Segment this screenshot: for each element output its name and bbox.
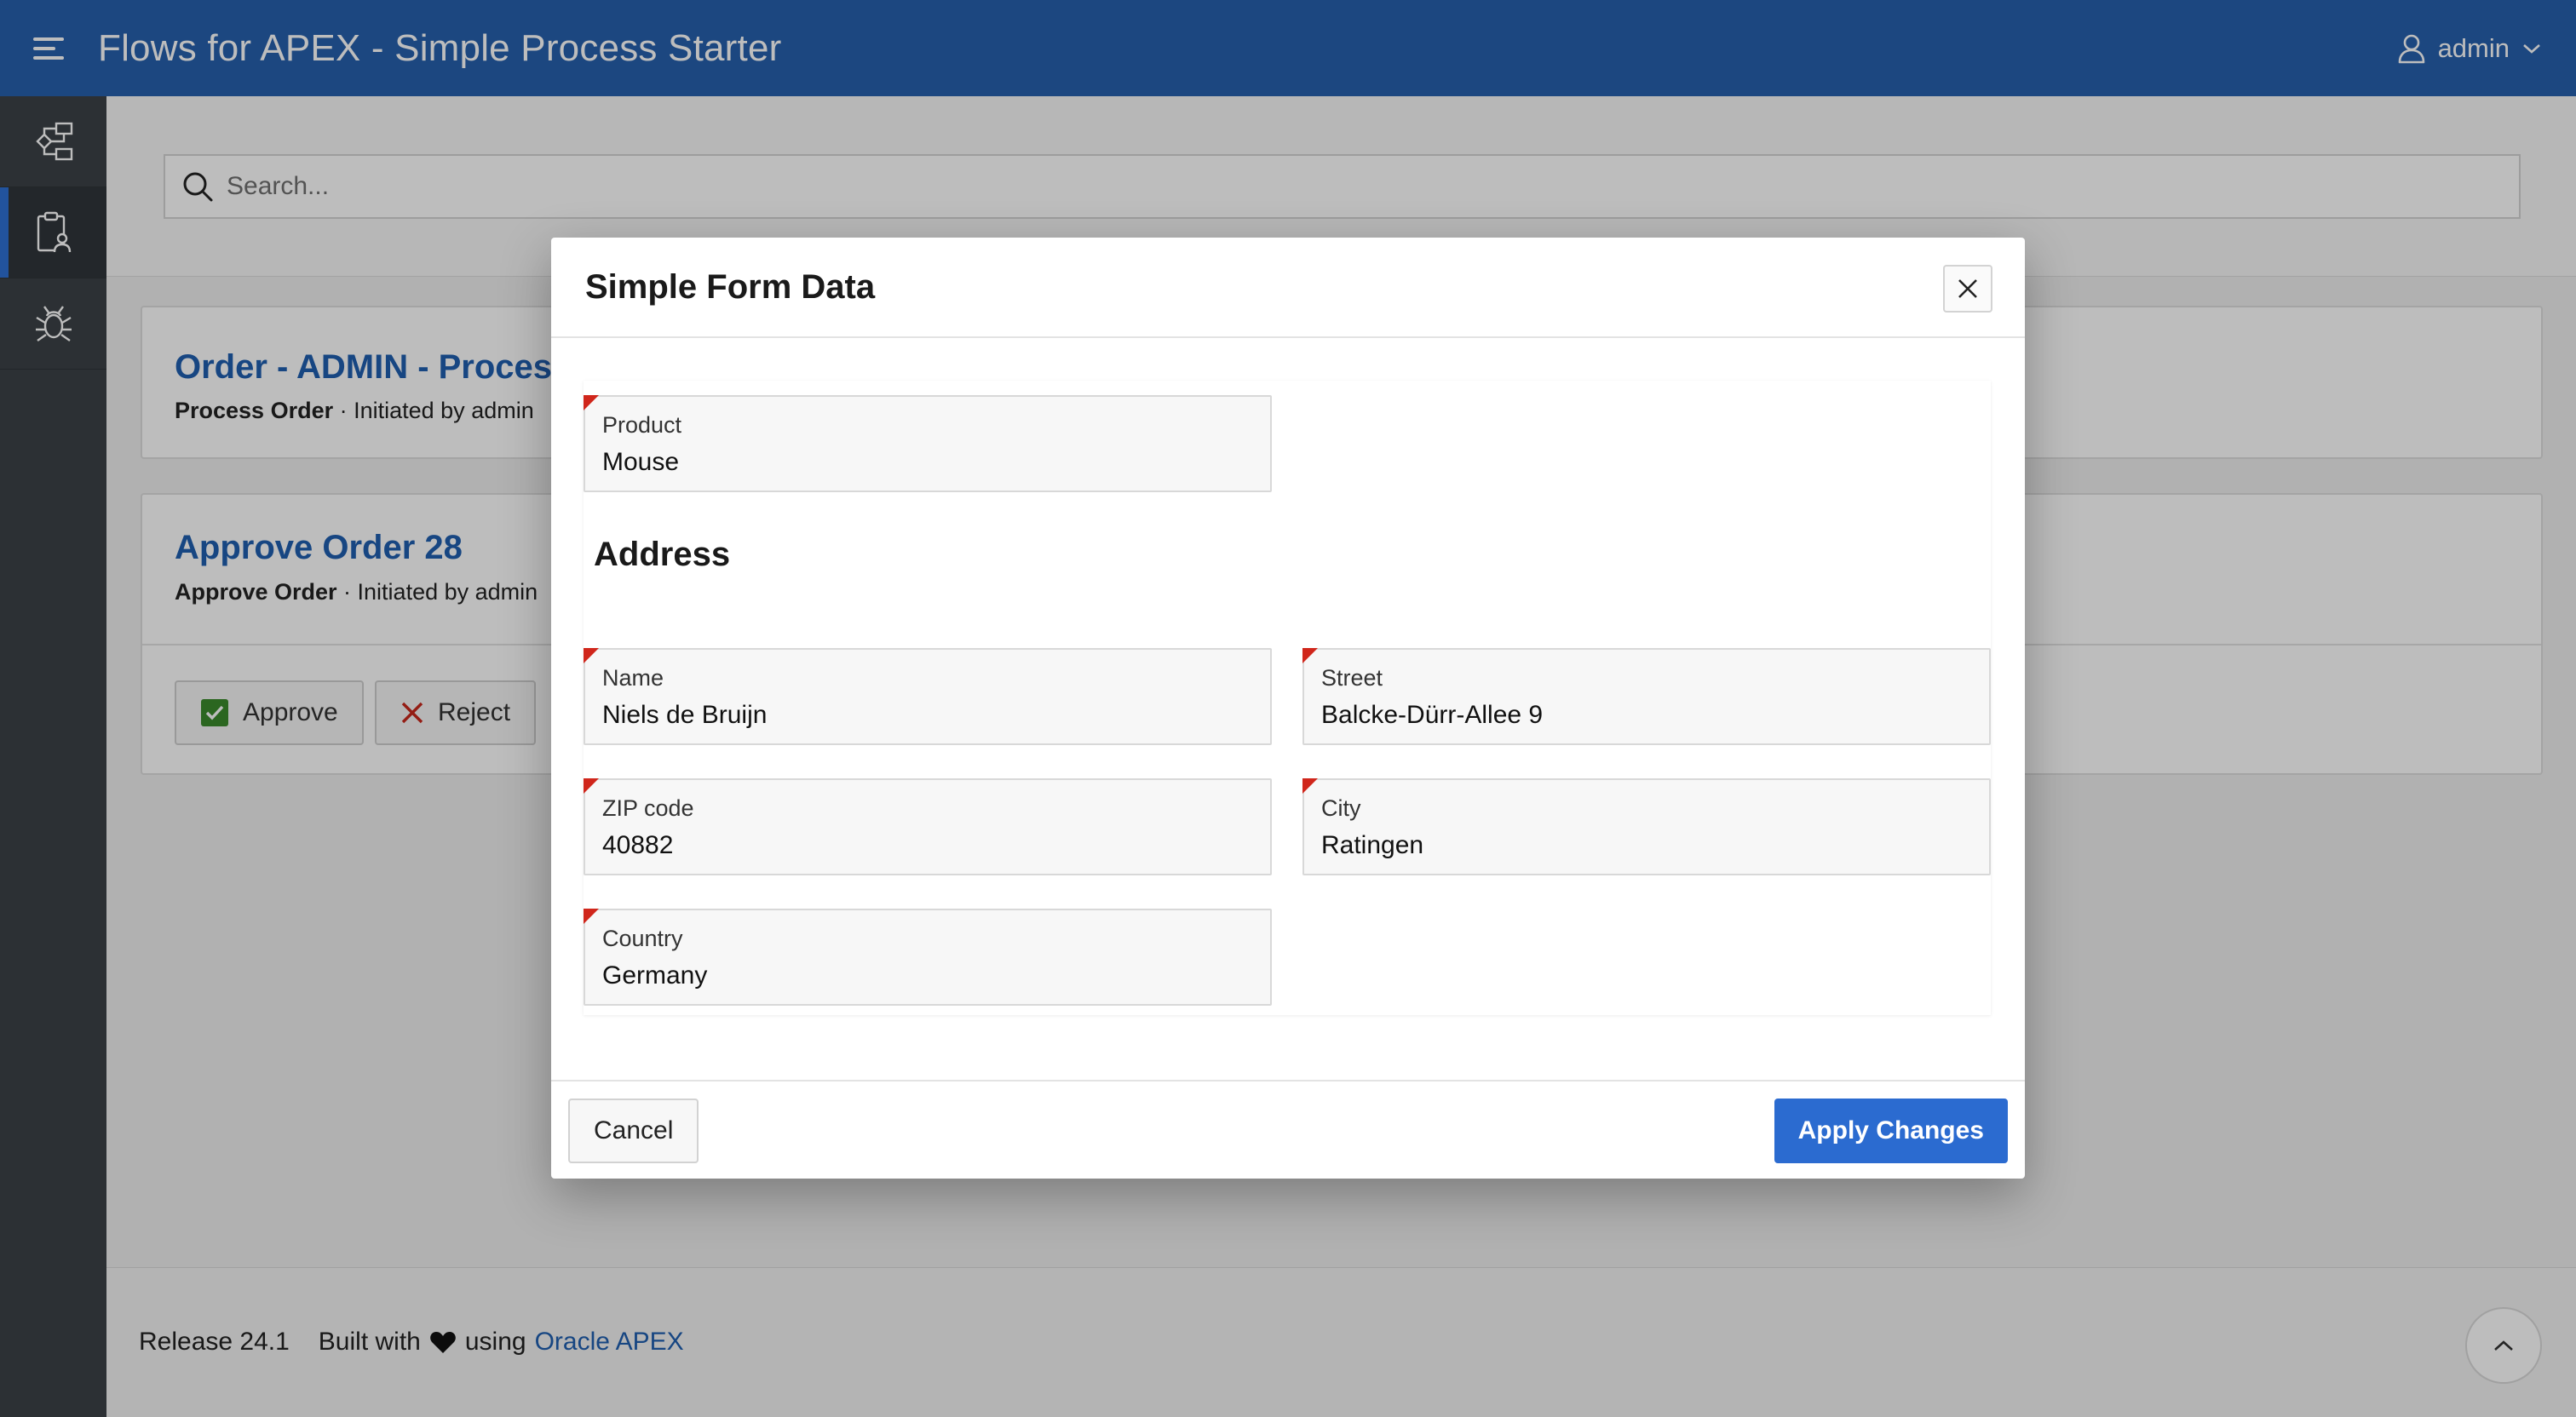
cancel-button[interactable]: Cancel [568, 1099, 699, 1163]
zip-code-label: ZIP code [602, 795, 694, 821]
name-label: Name [602, 665, 664, 691]
dialog-footer: Cancel Apply Changes [551, 1080, 2025, 1179]
product-label: Product [602, 412, 682, 438]
name-value: Niels de Bruijn [602, 701, 768, 729]
zip-code-value: 40882 [602, 831, 674, 859]
product-field[interactable]: Product Mouse [584, 395, 1272, 492]
country-label: Country [602, 926, 683, 951]
country-field[interactable]: Country Germany [584, 909, 1272, 1006]
apply-changes-button[interactable]: Apply Changes [1774, 1099, 2008, 1163]
country-value: Germany [602, 961, 708, 990]
name-field[interactable]: Name Niels de Bruijn [584, 648, 1272, 745]
city-label: City [1321, 795, 1361, 821]
simple-form-dialog: Simple Form Data Product Mouse Address N… [551, 238, 2025, 1179]
zip-code-field[interactable]: ZIP code 40882 [584, 778, 1272, 875]
product-value: Mouse [602, 448, 680, 476]
street-value: Balcke-Dürr-Allee 9 [1321, 701, 1544, 729]
city-field[interactable]: City Ratingen [1302, 778, 1991, 875]
close-button[interactable] [1943, 265, 1992, 313]
close-icon [1958, 279, 1977, 298]
dialog-title: Simple Form Data [585, 268, 876, 306]
dialog-form: Product Mouse Address Name Niels de Brui… [584, 381, 1991, 1015]
address-section-title: Address [594, 536, 731, 573]
street-field[interactable]: Street Balcke-Dürr-Allee 9 [1302, 648, 1991, 745]
street-label: Street [1321, 665, 1383, 691]
dialog-header: Simple Form Data [551, 238, 2025, 338]
city-value: Ratingen [1321, 831, 1424, 859]
